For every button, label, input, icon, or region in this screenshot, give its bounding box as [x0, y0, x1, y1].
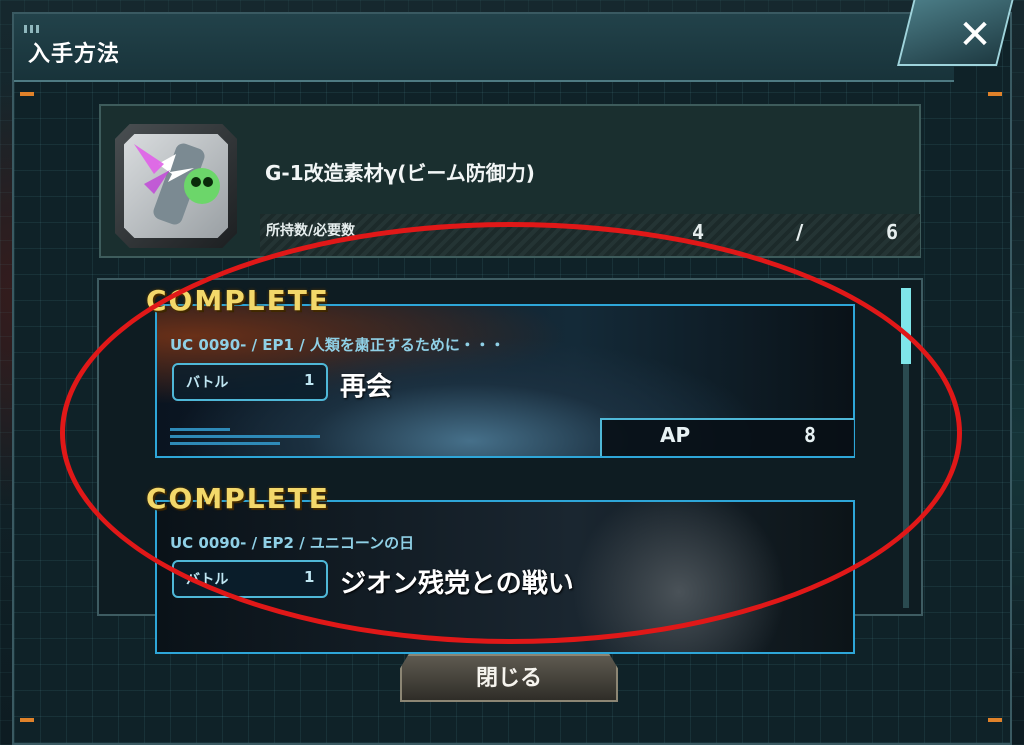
- corner-marker: [20, 92, 34, 96]
- scrollbar-thumb[interactable]: [901, 288, 911, 364]
- stage-chapter: UC 0090- / EP1 / 人類を粛正するために・・・: [170, 336, 505, 354]
- stage-title: 再会: [340, 372, 393, 402]
- battle-label: バトル: [186, 572, 229, 588]
- corner-marker: [20, 718, 34, 722]
- corner-marker: [988, 718, 1002, 722]
- complete-badge: COMPLETE: [146, 284, 330, 317]
- owned-separator: /: [796, 220, 804, 244]
- battle-number: 1: [304, 371, 315, 389]
- ap-value: 8: [804, 423, 817, 447]
- header-ticks: [24, 18, 54, 33]
- battle-number: 1: [304, 568, 315, 586]
- required-count: 6: [886, 220, 899, 244]
- item-name: G-1改造素材γ(ビーム防御力): [265, 161, 535, 185]
- beam-material-icon: [124, 134, 228, 238]
- owned-label: 所持数/必要数: [266, 223, 356, 239]
- complete-badge: COMPLETE: [146, 482, 330, 515]
- owned-count: 4: [692, 220, 705, 244]
- owned-row: [260, 214, 920, 256]
- close-icon[interactable]: ✕: [950, 10, 1000, 60]
- dialog-header: 入手方法: [14, 14, 954, 82]
- ap-label: AP: [660, 423, 691, 447]
- dialog-title: 入手方法: [28, 42, 121, 67]
- stage-title: ジオン残党との戦い: [340, 569, 574, 599]
- close-dialog-label: 閉じる: [475, 666, 542, 691]
- battle-label: バトル: [186, 375, 229, 391]
- corner-marker: [988, 92, 1002, 96]
- stage-chapter: UC 0090- / EP2 / ユニコーンの日: [170, 534, 415, 552]
- decor-bars: [170, 428, 340, 446]
